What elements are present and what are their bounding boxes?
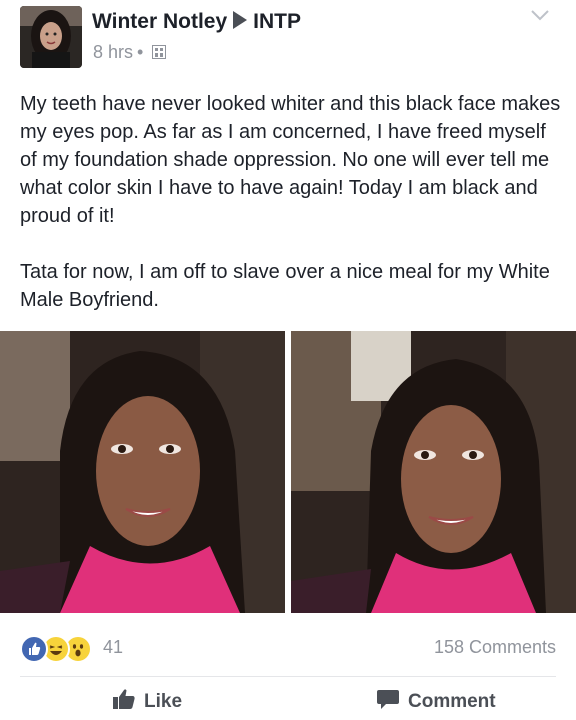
author-line: Winter Notley INTP xyxy=(92,10,301,34)
post-time[interactable]: 8 hrs xyxy=(93,42,133,62)
like-button[interactable]: Like xyxy=(112,688,182,716)
separator-dot: • xyxy=(137,42,144,62)
post-paragraph-1: My teeth have never looked whiter and th… xyxy=(20,93,561,227)
divider xyxy=(20,676,556,677)
thumbs-up-icon xyxy=(112,688,144,716)
photo-grid xyxy=(0,331,576,613)
author-name[interactable]: Winter Notley xyxy=(92,10,227,33)
play-arrow-icon xyxy=(233,11,248,29)
like-label: Like xyxy=(144,691,183,712)
comment-button[interactable]: Comment xyxy=(376,688,496,716)
target-group[interactable]: INTP xyxy=(253,10,301,33)
post-text: My teeth have never looked whiter and th… xyxy=(20,90,565,314)
reaction-count[interactable]: 41 xyxy=(103,637,123,658)
reactions-bar: 41 158 Comments xyxy=(0,625,576,669)
like-icon xyxy=(20,635,48,663)
comment-count[interactable]: 158 Comments xyxy=(434,637,556,658)
post-photo-2[interactable] xyxy=(291,331,576,613)
post-paragraph-2: Tata for now, I am off to slave over a n… xyxy=(20,261,550,311)
chevron-down-icon[interactable] xyxy=(530,8,550,27)
post-meta: 8 hrs • xyxy=(93,42,167,63)
post-photo-1[interactable] xyxy=(0,331,285,613)
comment-label: Comment xyxy=(408,691,496,712)
post-header: Winter Notley INTP 8 hrs • xyxy=(0,0,576,80)
avatar[interactable] xyxy=(20,6,82,68)
post-actions: Like Comment xyxy=(0,682,576,720)
comment-bubble-icon xyxy=(376,688,408,716)
friends-icon xyxy=(147,42,167,62)
